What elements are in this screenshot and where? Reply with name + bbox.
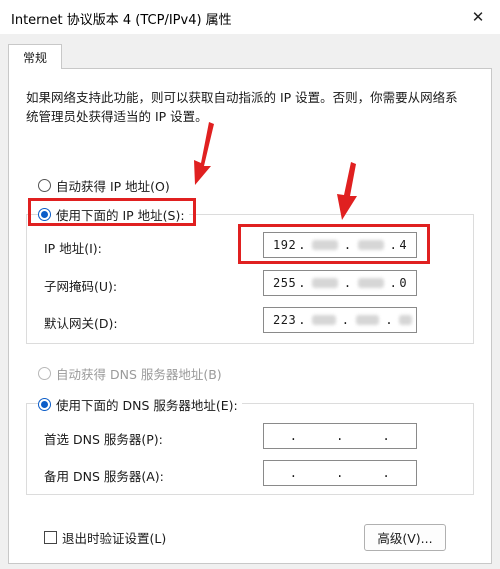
preferred-dns-label: 首选 DNS 服务器(P): [44,432,163,447]
ip-address-label: IP 地址(I): [44,241,102,256]
title-bar: Internet 协议版本 4 (TCP/IPv4) 属性 ✕ [0,0,500,34]
alternate-dns-value: . . . [289,466,391,480]
preferred-dns-input[interactable]: . . . [263,423,417,449]
description-text: 如果网络支持此功能，则可以获取自动指派的 IP 设置。否则，你需要从网络系统管理… [26,90,458,124]
preferred-dns-value: . . . [289,429,391,443]
validate-settings-label: 退出时验证设置(L) [62,531,167,546]
window-title: Internet 协议版本 4 (TCP/IPv4) 属性 [11,13,232,28]
close-icon: ✕ [471,8,485,26]
manual-dns-radio[interactable] [38,398,51,411]
tab-general[interactable]: 常规 [8,44,62,69]
subnet-mask-label: 子网掩码(U): [44,279,118,294]
default-gateway-label: 默认网关(D): [44,316,118,331]
auto-ip-label: 自动获得 IP 地址(O) [56,179,170,194]
validate-settings-option[interactable]: 退出时验证设置(L) [44,528,166,547]
auto-dns-radio[interactable] [38,367,51,380]
auto-dns-label: 自动获得 DNS 服务器地址(B) [56,367,222,382]
subnet-mask-input[interactable]: 255 ... 0 [263,270,417,296]
manual-dns-option[interactable]: 使用下面的 DNS 服务器地址(E): [38,395,242,414]
highlight-manual-ip [28,198,196,226]
default-gateway-input[interactable]: 223 ... [263,307,417,333]
default-gateway-seg1: 223 [273,313,297,327]
alternate-dns-input[interactable]: . . . [263,460,417,486]
auto-ip-radio[interactable] [38,179,51,192]
close-button[interactable]: ✕ [456,0,500,34]
advanced-button[interactable]: 高级(V)... [364,524,446,551]
subnet-mask-seg4: 0 [399,276,408,290]
highlight-ip-address [238,224,430,264]
auto-ip-option[interactable]: 自动获得 IP 地址(O) [38,176,170,195]
auto-dns-option[interactable]: 自动获得 DNS 服务器地址(B) [38,364,222,383]
validate-settings-checkbox[interactable] [44,531,57,544]
tab-general-label: 常规 [22,50,47,65]
subnet-mask-seg1: 255 [273,276,297,290]
manual-dns-label: 使用下面的 DNS 服务器地址(E): [56,398,238,413]
alternate-dns-label: 备用 DNS 服务器(A): [44,469,164,484]
